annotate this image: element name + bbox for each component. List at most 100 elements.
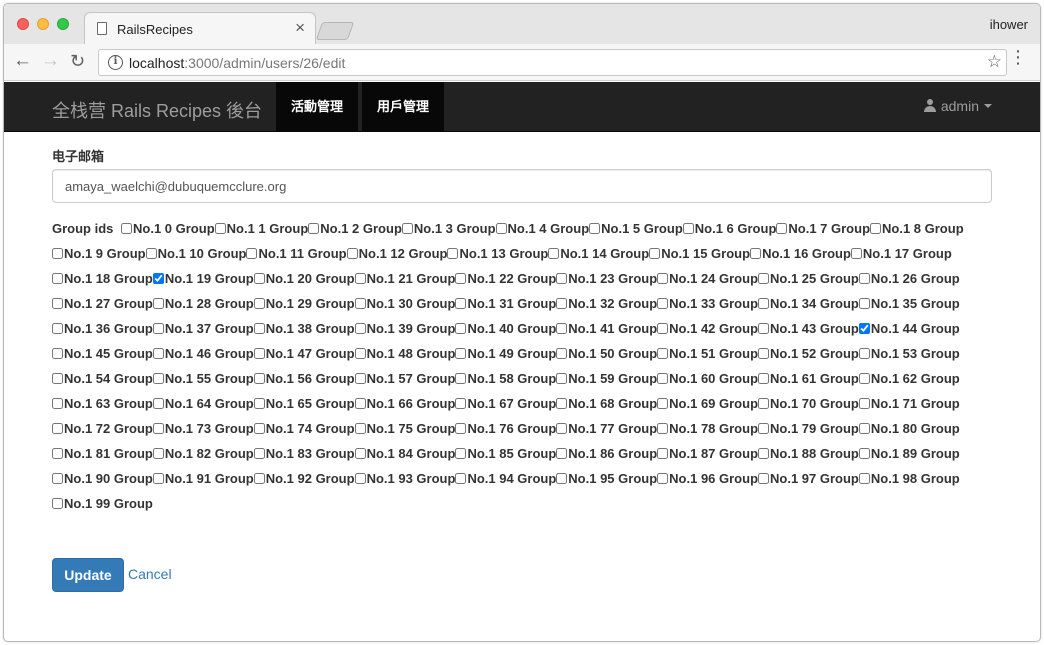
- group-checkbox[interactable]: [253, 273, 265, 284]
- group-checkbox[interactable]: [52, 423, 63, 434]
- group-option[interactable]: No.1 85 Group: [455, 446, 556, 461]
- group-checkbox[interactable]: [253, 473, 265, 484]
- info-icon[interactable]: i: [108, 55, 123, 70]
- group-option[interactable]: No.1 51 Group: [657, 346, 758, 361]
- group-checkbox[interactable]: [657, 323, 669, 334]
- group-option[interactable]: No.1 96 Group: [657, 471, 758, 486]
- group-checkbox[interactable]: [858, 298, 870, 309]
- group-checkbox[interactable]: [858, 273, 870, 284]
- group-checkbox[interactable]: [152, 323, 164, 334]
- group-option[interactable]: No.1 87 Group: [657, 446, 758, 461]
- group-option[interactable]: No.1 74 Group: [253, 421, 355, 436]
- minimize-window-button[interactable]: [37, 18, 49, 30]
- group-option[interactable]: No.1 75 Group: [354, 421, 455, 436]
- group-checkbox[interactable]: [52, 473, 63, 484]
- group-option[interactable]: No.1 90 Group: [52, 471, 153, 486]
- group-checkbox[interactable]: [214, 223, 226, 234]
- group-checkbox[interactable]: [152, 348, 164, 359]
- forward-arrow-icon[interactable]: →: [41, 51, 60, 71]
- group-option[interactable]: No.1 26 Group: [858, 271, 960, 286]
- group-option[interactable]: No.1 89 Group: [858, 446, 960, 461]
- group-option[interactable]: No.1 78 Group: [657, 421, 758, 436]
- group-option[interactable]: No.1 88 Group: [758, 446, 859, 461]
- brand-link[interactable]: 全栈营 Rails Recipes 後台: [52, 97, 262, 123]
- group-checkbox[interactable]: [152, 448, 164, 459]
- group-checkbox[interactable]: [145, 248, 157, 259]
- group-option[interactable]: No.1 68 Group: [556, 396, 657, 411]
- group-option[interactable]: No.1 72 Group: [52, 421, 153, 436]
- group-option[interactable]: No.1 14 Group: [548, 246, 649, 261]
- group-checkbox[interactable]: [556, 348, 568, 359]
- group-checkbox[interactable]: [253, 298, 265, 309]
- group-checkbox[interactable]: [657, 398, 669, 409]
- group-option[interactable]: No.1 10 Group: [145, 246, 246, 261]
- group-checkbox[interactable]: [758, 448, 770, 459]
- group-checkbox[interactable]: [858, 348, 870, 359]
- group-option[interactable]: No.1 52 Group: [758, 346, 859, 361]
- group-option[interactable]: No.1 37 Group: [152, 321, 254, 336]
- group-option[interactable]: No.1 83 Group: [253, 446, 355, 461]
- group-option[interactable]: No.1 27 Group: [52, 296, 153, 311]
- group-option[interactable]: No.1 58 Group: [455, 371, 556, 386]
- group-checkbox[interactable]: [253, 398, 265, 409]
- group-checkbox[interactable]: [152, 273, 164, 284]
- group-checkbox[interactable]: [354, 473, 366, 484]
- group-option[interactable]: No.1 33 Group: [657, 296, 758, 311]
- group-checkbox[interactable]: [649, 248, 661, 259]
- group-option[interactable]: No.1 44 Group: [858, 321, 960, 336]
- group-option[interactable]: No.1 70 Group: [758, 396, 859, 411]
- group-checkbox[interactable]: [758, 273, 770, 284]
- group-option[interactable]: No.1 20 Group: [253, 271, 355, 286]
- group-option[interactable]: No.1 67 Group: [455, 396, 556, 411]
- group-checkbox[interactable]: [354, 273, 366, 284]
- group-checkbox[interactable]: [758, 398, 770, 409]
- group-checkbox[interactable]: [758, 298, 770, 309]
- group-checkbox[interactable]: [253, 423, 265, 434]
- group-checkbox[interactable]: [455, 348, 467, 359]
- group-checkbox[interactable]: [758, 423, 770, 434]
- group-option[interactable]: No.1 56 Group: [253, 371, 355, 386]
- group-checkbox[interactable]: [455, 373, 467, 384]
- group-option[interactable]: No.1 2 Group: [308, 221, 402, 236]
- group-checkbox[interactable]: [455, 473, 467, 484]
- group-option[interactable]: No.1 49 Group: [455, 346, 556, 361]
- group-option[interactable]: No.1 21 Group: [354, 271, 455, 286]
- group-option[interactable]: No.1 82 Group: [152, 446, 254, 461]
- group-option[interactable]: No.1 11 Group: [246, 246, 347, 261]
- group-option[interactable]: No.1 62 Group: [858, 371, 960, 386]
- group-option[interactable]: No.1 99 Group: [52, 496, 153, 511]
- group-option[interactable]: No.1 1 Group: [214, 221, 308, 236]
- group-checkbox[interactable]: [858, 398, 870, 409]
- url-text[interactable]: localhost:3000/admin/users/26/edit: [129, 55, 345, 71]
- group-option[interactable]: No.1 19 Group: [152, 271, 254, 286]
- group-option[interactable]: No.1 31 Group: [455, 296, 556, 311]
- group-option[interactable]: No.1 12 Group: [346, 246, 447, 261]
- group-option[interactable]: No.1 46 Group: [152, 346, 254, 361]
- group-option[interactable]: No.1 98 Group: [858, 471, 960, 486]
- group-checkbox[interactable]: [152, 423, 164, 434]
- group-option[interactable]: No.1 5 Group: [589, 221, 683, 236]
- group-option[interactable]: No.1 69 Group: [657, 396, 758, 411]
- group-checkbox[interactable]: [548, 248, 560, 259]
- group-checkbox[interactable]: [455, 423, 467, 434]
- group-checkbox[interactable]: [858, 373, 870, 384]
- group-checkbox[interactable]: [52, 373, 63, 384]
- group-option[interactable]: No.1 80 Group: [858, 421, 960, 436]
- group-option[interactable]: No.1 76 Group: [455, 421, 556, 436]
- group-checkbox[interactable]: [455, 298, 467, 309]
- group-checkbox[interactable]: [556, 273, 568, 284]
- email-field[interactable]: [52, 169, 992, 203]
- group-checkbox[interactable]: [253, 373, 265, 384]
- group-option[interactable]: No.1 34 Group: [758, 296, 859, 311]
- group-option[interactable]: No.1 50 Group: [556, 346, 657, 361]
- group-checkbox[interactable]: [52, 498, 63, 509]
- group-checkbox[interactable]: [556, 473, 568, 484]
- address-bar[interactable]: i localhost:3000/admin/users/26/edit ☆: [98, 49, 1007, 76]
- star-icon[interactable]: ☆: [987, 52, 1002, 72]
- group-option[interactable]: No.1 40 Group: [455, 321, 556, 336]
- group-checkbox[interactable]: [346, 248, 358, 259]
- group-option[interactable]: No.1 41 Group: [556, 321, 657, 336]
- group-option[interactable]: No.1 15 Group: [649, 246, 750, 261]
- group-option[interactable]: No.1 45 Group: [52, 346, 153, 361]
- reload-icon[interactable]: ↻: [70, 51, 85, 71]
